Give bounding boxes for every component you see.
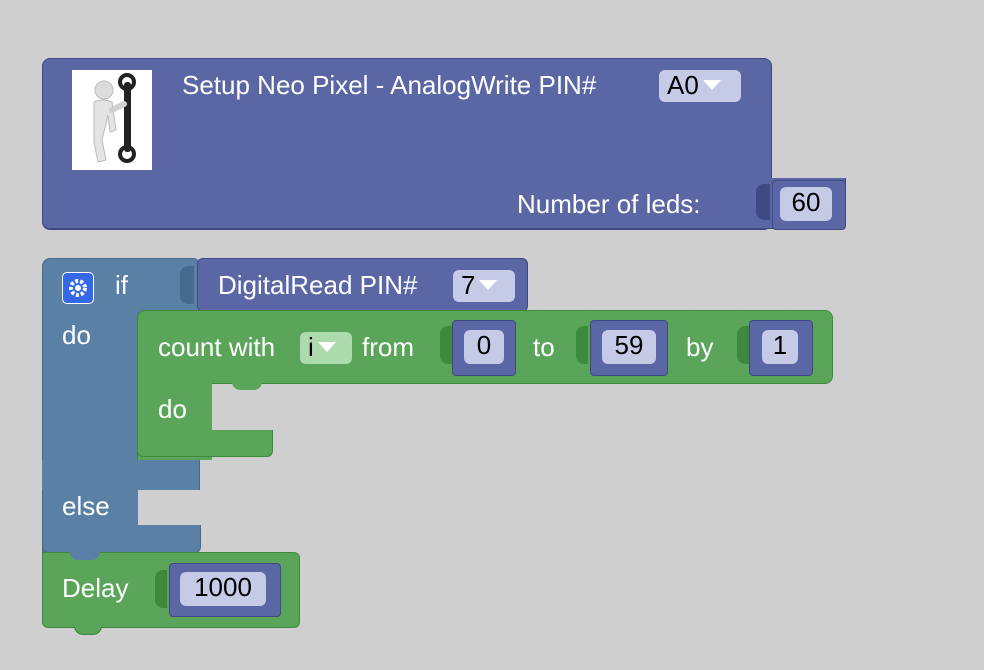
count-with-label: count with [158,332,276,362]
by-label: by [686,332,714,362]
else-label: else [62,491,110,521]
gear-icon[interactable] [62,272,94,304]
leds-input-socket [756,184,770,220]
delay-number-field[interactable]: 1000 [180,572,266,606]
delay-label: Delay [62,573,129,603]
count-do-notch [232,382,262,390]
to-label: to [533,332,555,362]
count-do-label: do [158,394,187,424]
from-label: from [362,332,414,362]
digitalread-label: DigitalRead PIN# [218,270,418,300]
if-label: if [115,270,128,300]
do-label: do [62,320,91,350]
pin-dropdown[interactable]: A0 [659,70,741,102]
setup-block-title: Setup Neo Pixel - AnalogWrite PIN# [182,70,597,100]
leds-number-field[interactable]: 60 [780,187,832,221]
chevron-down-icon [702,80,721,91]
loop-variable-dropdown[interactable]: i [300,332,352,364]
chevron-down-icon [479,280,498,291]
chevron-down-icon [317,342,336,353]
condition-input-socket [180,266,194,304]
to-number-field[interactable]: 59 [602,330,656,364]
number-of-leds-label: Number of leds: [517,189,701,219]
pin-dropdown-value: A0 [667,70,699,100]
by-number-field[interactable]: 1 [762,330,798,364]
digitalread-pin-value: 7 [461,270,476,300]
from-number-field[interactable]: 0 [464,330,504,364]
loop-variable-value: i [308,332,314,362]
digitalread-pin-dropdown[interactable]: 7 [453,270,515,302]
mechanic-figure-icon [72,70,152,170]
